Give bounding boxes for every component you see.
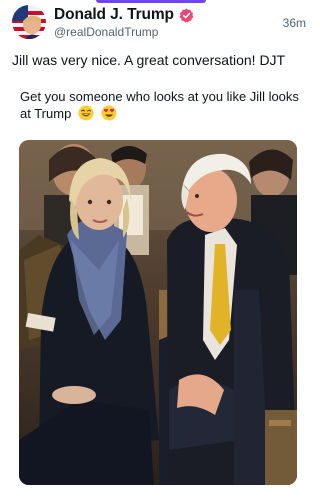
name-row: Donald J. Trump	[54, 6, 194, 24]
quote-text: Get you someone who looks at you like Ji…	[20, 89, 299, 121]
quote-text-block: Get you someone who looks at you like Ji…	[20, 88, 300, 122]
avatar[interactable]	[12, 5, 46, 39]
top-accent-bar	[96, 0, 206, 3]
post-text: Jill was very nice. A great conversation…	[12, 52, 286, 68]
flag-avatar-icon	[12, 5, 46, 39]
display-name[interactable]: Donald J. Trump	[54, 6, 174, 24]
verified-badge-icon	[179, 7, 194, 23]
post-header: Donald J. Trump @realDonaldTrump 36m	[12, 4, 306, 42]
post-photo[interactable]	[19, 140, 297, 485]
post-timestamp: 36m	[282, 16, 306, 30]
photo-illustration	[19, 140, 297, 485]
grinning-emoji-icon	[78, 105, 94, 121]
user-handle[interactable]: @realDonaldTrump	[54, 25, 158, 39]
heart-eyes-emoji-icon	[101, 105, 117, 121]
